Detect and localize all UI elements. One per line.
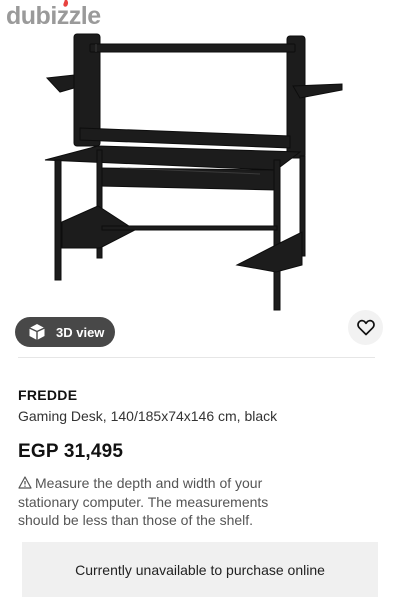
dubizzle-watermark-logo: dubizzle xyxy=(6,0,101,31)
cube-icon xyxy=(28,323,46,341)
section-divider xyxy=(18,357,375,358)
watermark-text: dubizzle xyxy=(6,2,101,30)
product-description: Gaming Desk, 140/185x74x146 cm, black xyxy=(18,408,278,424)
product-price: EGP 31,495 xyxy=(18,441,124,462)
notice-text: Measure the depth and width of your stat… xyxy=(18,475,269,528)
warning-icon xyxy=(18,476,32,489)
availability-text: Currently unavailable to purchase online xyxy=(75,561,325,578)
flame-icon xyxy=(63,0,69,7)
availability-panel: Currently unavailable to purchase online xyxy=(22,542,378,597)
3d-view-label: 3D view xyxy=(56,324,105,340)
heart-icon xyxy=(356,319,375,336)
desk-illustration xyxy=(44,33,343,311)
favorite-button[interactable] xyxy=(348,310,383,345)
product-name: FREDDE xyxy=(18,387,78,403)
product-image xyxy=(0,0,400,312)
measurement-notice: Measure the depth and width of your stat… xyxy=(18,474,288,530)
3d-view-button[interactable]: 3D view xyxy=(15,317,115,347)
